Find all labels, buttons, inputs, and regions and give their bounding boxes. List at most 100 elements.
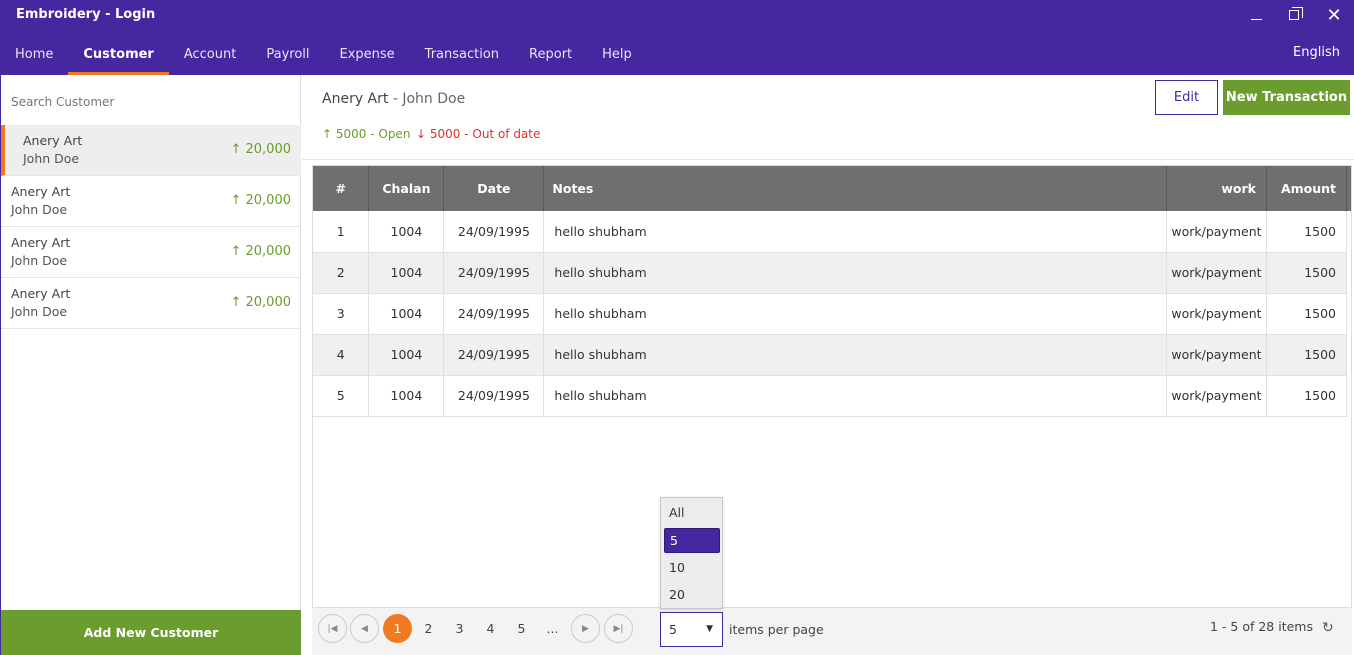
table-row[interactable]: 4 1004 24/09/1995 hello shubham work/pay… [313, 334, 1348, 376]
customer-name: Anery Art [23, 133, 83, 148]
cell-number: 3 [313, 293, 370, 335]
customer-contact: John Doe [11, 304, 68, 319]
edit-button[interactable]: Edit [1155, 80, 1218, 115]
cell-work: work/payment [1166, 293, 1267, 335]
next-page-icon[interactable]: ▶ [571, 614, 600, 643]
last-page-icon[interactable]: ▶| [604, 614, 633, 643]
dropdown-option-10[interactable]: 10 [664, 555, 720, 580]
first-page-icon[interactable]: |◀ [318, 614, 347, 643]
new-transaction-button[interactable]: New Transaction [1223, 80, 1350, 115]
customer-name: Anery Art [11, 235, 71, 250]
table-row[interactable]: 2 1004 24/09/1995 hello shubham work/pay… [313, 252, 1348, 294]
cell-amount: 1500 [1266, 334, 1348, 376]
cell-date: 24/09/1995 [443, 252, 545, 294]
dropdown-option-all[interactable]: All [664, 500, 720, 525]
nav-transaction[interactable]: Transaction [410, 34, 514, 75]
page-number-current[interactable]: 1 [383, 614, 412, 643]
cell-notes: hello shubham [543, 252, 1167, 294]
customer-item[interactable]: Anery Art John Doe ↑ 20,000 [1, 227, 301, 278]
customer-title: Anery Art - John Doe [322, 91, 465, 107]
app-title: Embroidery - Login [16, 7, 156, 22]
pager: |◀ ◀ 1 2 3 4 5 ... ▶ ▶| 5 ▼ items per pa… [312, 607, 1352, 655]
customer-balance: ↑ 20,000 [230, 244, 291, 259]
cell-number: 4 [313, 334, 370, 376]
customer-sidebar: Anery Art John Doe ↑ 20,000 Anery Art Jo… [0, 75, 301, 655]
table-row[interactable]: 5 1004 24/09/1995 hello shubham work/pay… [313, 375, 1348, 417]
page-number[interactable]: 4 [476, 614, 505, 643]
restore-icon[interactable] [1281, 4, 1307, 26]
column-header-work[interactable]: work [1166, 166, 1267, 211]
cell-date: 24/09/1995 [443, 375, 545, 417]
cell-number: 2 [313, 252, 370, 294]
nav-expense[interactable]: Expense [325, 34, 410, 75]
customer-name: Anery Art [11, 184, 71, 199]
customer-name: Anery Art [11, 286, 71, 301]
cell-number: 5 [313, 375, 370, 417]
customer-balance: ↑ 20,000 [230, 295, 291, 310]
cell-amount: 1500 [1266, 211, 1348, 253]
customer-balance: ↑ 20,000 [230, 142, 291, 157]
column-header-notes[interactable]: Notes [543, 166, 1167, 211]
minimize-icon[interactable] [1243, 4, 1269, 26]
nav-help[interactable]: Help [587, 34, 647, 75]
column-header-date[interactable]: Date [443, 166, 545, 211]
cell-work: work/payment [1166, 211, 1267, 253]
customer-item[interactable]: Anery Art John Doe ↑ 20,000 [1, 176, 301, 227]
items-per-page-value: 5 [669, 622, 677, 637]
out-of-date-stat: ↓ 5000 - Out of date [416, 127, 541, 141]
nav-payroll[interactable]: Payroll [251, 34, 324, 75]
customer-item[interactable]: Anery Art John Doe ↑ 20,000 [1, 125, 301, 176]
page-number[interactable]: 5 [507, 614, 536, 643]
cell-number: 1 [313, 211, 370, 253]
transactions-table: # Chalan Date Notes work Amount 1 1004 2… [313, 166, 1348, 417]
dropdown-option-20[interactable]: 20 [664, 582, 720, 607]
customer-list: Anery Art John Doe ↑ 20,000 Anery Art Jo… [1, 125, 301, 329]
header-divider [302, 159, 1354, 160]
refresh-icon[interactable]: ↻ [1322, 620, 1334, 636]
column-header-amount[interactable]: Amount [1266, 166, 1348, 211]
items-per-page-dropdown: All 5 10 20 [660, 497, 723, 609]
customer-title-separator: - [388, 91, 403, 107]
cell-chalan: 1004 [368, 375, 445, 417]
cell-chalan: 1004 [368, 211, 445, 253]
nav-account[interactable]: Account [169, 34, 252, 75]
items-per-page-label: items per page [729, 622, 824, 637]
customer-contact: John Doe [11, 253, 68, 268]
page-number[interactable]: 2 [414, 614, 443, 643]
nav-customer[interactable]: Customer [68, 34, 170, 75]
search-customer-input[interactable] [11, 92, 291, 112]
header-scrollbar-filler [1347, 166, 1351, 211]
add-new-customer-button[interactable]: Add New Customer [1, 610, 301, 655]
cell-notes: hello shubham [543, 211, 1167, 253]
column-header-number[interactable]: # [313, 166, 370, 211]
main-nav: Home Customer Account Payroll Expense Tr… [0, 34, 647, 75]
cell-notes: hello shubham [543, 334, 1167, 376]
cell-amount: 1500 [1266, 375, 1348, 417]
pager-info: 1 - 5 of 28 items [1210, 619, 1313, 634]
prev-page-icon[interactable]: ◀ [350, 614, 379, 643]
dropdown-option-5[interactable]: 5 [664, 528, 720, 553]
page-more[interactable]: ... [538, 614, 567, 643]
customer-contact: John Doe [11, 202, 68, 217]
cell-notes: hello shubham [543, 375, 1167, 417]
cell-amount: 1500 [1266, 293, 1348, 335]
table-row[interactable]: 3 1004 24/09/1995 hello shubham work/pay… [313, 293, 1348, 335]
cell-date: 24/09/1995 [443, 293, 545, 335]
cell-date: 24/09/1995 [443, 211, 545, 253]
column-header-chalan[interactable]: Chalan [368, 166, 445, 211]
cell-date: 24/09/1995 [443, 334, 545, 376]
customer-item[interactable]: Anery Art John Doe ↑ 20,000 [1, 278, 301, 329]
close-icon[interactable]: ✕ [1321, 4, 1347, 26]
language-selector[interactable]: English [1293, 45, 1340, 60]
chevron-down-icon: ▼ [706, 624, 713, 634]
customer-title-contact: John Doe [402, 91, 466, 107]
cell-chalan: 1004 [368, 334, 445, 376]
cell-notes: hello shubham [543, 293, 1167, 335]
items-per-page-select[interactable]: 5 ▼ [660, 612, 723, 647]
nav-home[interactable]: Home [0, 34, 68, 75]
table-row[interactable]: 1 1004 24/09/1995 hello shubham work/pay… [313, 211, 1348, 253]
nav-report[interactable]: Report [514, 34, 587, 75]
cell-work: work/payment [1166, 375, 1267, 417]
page-number[interactable]: 3 [445, 614, 474, 643]
open-balance-stat: ↑ 5000 - Open [322, 127, 411, 141]
